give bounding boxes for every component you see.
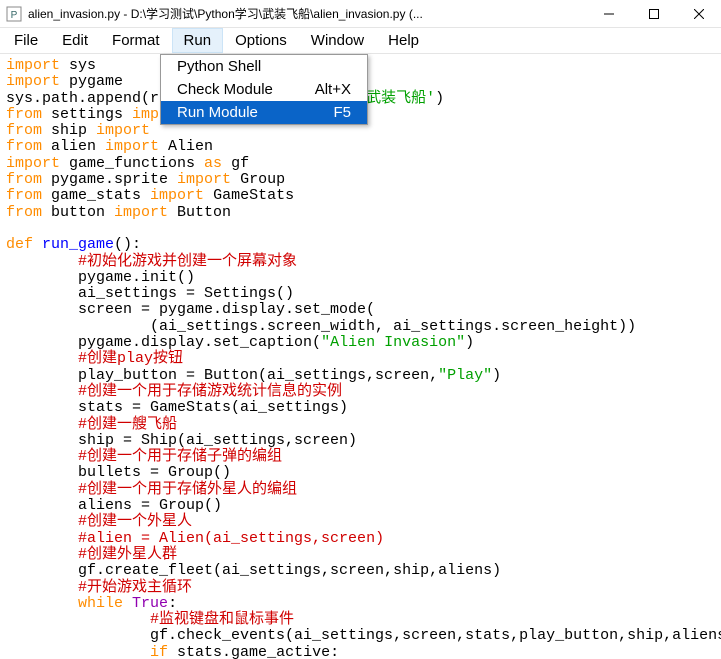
code-line: play_button = Button(ai_settings,screen,… xyxy=(6,368,715,384)
code-line: #alien = Alien(ai_settings,screen) xyxy=(6,531,715,547)
svg-text:P: P xyxy=(11,10,18,21)
code-line: #创建play按钮 xyxy=(6,351,715,367)
code-line: #创建外星人群 xyxy=(6,547,715,563)
code-line: pygame.display.set_caption("Alien Invasi… xyxy=(6,335,715,351)
title-bar: P alien_invasion.py - D:\学习测试\Python学习\武… xyxy=(0,0,721,28)
code-line: from ship import xyxy=(6,123,715,139)
menu-edit[interactable]: Edit xyxy=(50,28,100,53)
code-line: from game_stats import GameStats xyxy=(6,188,715,204)
code-editor[interactable]: import sysimport pygamesys.path.append(r… xyxy=(0,54,721,659)
code-line: #监视键盘和鼠标事件 xyxy=(6,612,715,628)
menu-option-label: Check Module xyxy=(177,81,273,98)
menu-file[interactable]: File xyxy=(2,28,50,53)
menu-option-run-module[interactable]: Run Module F5 xyxy=(161,101,367,124)
code-line: gf.create_fleet(ai_settings,screen,ship,… xyxy=(6,563,715,579)
code-line: #创建一个外星人 xyxy=(6,514,715,530)
menu-bar: FileEditFormatRunOptionsWindowHelp xyxy=(0,28,721,54)
code-line: (ai_settings.screen_width, ai_settings.s… xyxy=(6,319,715,335)
code-line: #创建一个用于存储外星人的编组 xyxy=(6,482,715,498)
menu-option-check-module[interactable]: Check Module Alt+X xyxy=(161,78,367,101)
menu-option-label: Run Module xyxy=(177,104,258,121)
minimize-button[interactable] xyxy=(586,0,631,28)
code-line: #创建一个用于存储子弹的编组 xyxy=(6,449,715,465)
code-line: ship = Ship(ai_settings,screen) xyxy=(6,433,715,449)
python-idle-icon: P xyxy=(6,6,22,22)
code-line: #创建一个用于存储游戏统计信息的实例 xyxy=(6,384,715,400)
code-line: screen = pygame.display.set_mode( xyxy=(6,302,715,318)
code-line: aliens = Group() xyxy=(6,498,715,514)
menu-option-label: Python Shell xyxy=(177,58,261,75)
window-controls xyxy=(586,0,721,28)
maximize-button[interactable] xyxy=(631,0,676,28)
menu-option-python-shell[interactable]: Python Shell xyxy=(161,55,367,78)
menu-run[interactable]: Run xyxy=(172,28,224,53)
menu-options[interactable]: Options xyxy=(223,28,299,53)
menu-option-shortcut: Alt+X xyxy=(315,81,351,98)
code-line: from button import Button xyxy=(6,205,715,221)
code-line: ai_settings = Settings() xyxy=(6,286,715,302)
run-menu-dropdown: Python Shell Check Module Alt+X Run Module F… xyxy=(160,54,368,125)
code-line: stats = GameStats(ai_settings) xyxy=(6,400,715,416)
code-line: from alien import Alien xyxy=(6,139,715,155)
menu-format[interactable]: Format xyxy=(100,28,172,53)
code-line: gf.check_events(ai_settings,screen,stats… xyxy=(6,628,715,644)
code-line: #开始游戏主循环 xyxy=(6,580,715,596)
code-line: #初始化游戏并创建一个屏幕对象 xyxy=(6,254,715,270)
window-title: alien_invasion.py - D:\学习测试\Python学习\武装飞… xyxy=(28,5,423,22)
menu-help[interactable]: Help xyxy=(376,28,431,53)
code-line: while True: xyxy=(6,596,715,612)
code-line: pygame.init() xyxy=(6,270,715,286)
close-button[interactable] xyxy=(676,0,721,28)
menu-option-shortcut: F5 xyxy=(333,104,351,121)
title-left: P alien_invasion.py - D:\学习测试\Python学习\武… xyxy=(6,5,423,22)
code-line: bullets = Group() xyxy=(6,465,715,481)
code-line: #创建一艘飞船 xyxy=(6,417,715,433)
code-line: def run_game(): xyxy=(6,237,715,253)
code-line: if stats.game_active: xyxy=(6,645,715,659)
menu-window[interactable]: Window xyxy=(299,28,376,53)
code-line xyxy=(6,221,715,237)
code-line: import game_functions as gf xyxy=(6,156,715,172)
code-line: from pygame.sprite import Group xyxy=(6,172,715,188)
